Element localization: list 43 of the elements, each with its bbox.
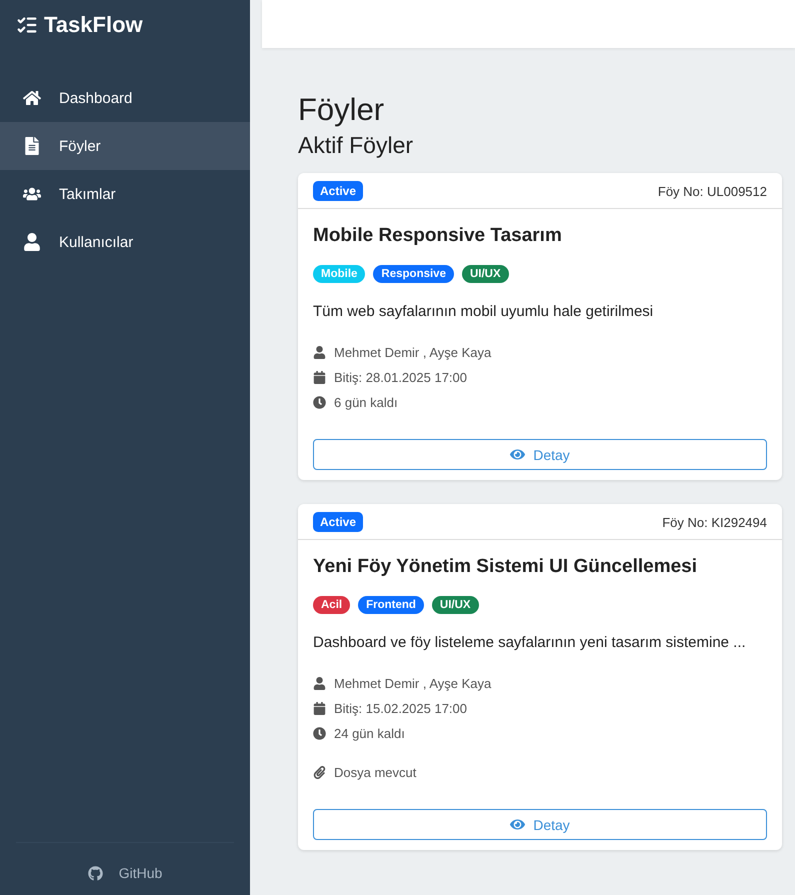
sidebar-item[interactable]: Takımlar xyxy=(0,170,250,218)
task-description: Dashboard ve föy listeleme sayfalarının yeni tasarım sistemine ... xyxy=(313,634,747,651)
meta-text: Dosya mevcut xyxy=(334,765,416,780)
task-number: Föy No: KI292494 xyxy=(662,514,767,530)
eye-icon xyxy=(510,447,526,462)
calendar-icon xyxy=(313,371,326,384)
user-icon xyxy=(23,233,41,251)
meta-text: Bitiş: 15.02.2025 17:00 xyxy=(334,701,467,716)
document-icon xyxy=(23,137,41,155)
page-title: Föyler xyxy=(298,92,386,128)
clock-icon xyxy=(313,727,326,740)
group-icon xyxy=(23,185,41,203)
tag: UI/UX xyxy=(462,265,509,283)
status-badge: Active xyxy=(313,512,364,532)
clock-icon xyxy=(313,396,326,409)
section-title: Aktif Föyler xyxy=(298,132,414,159)
sidebar-item[interactable]: Dashboard xyxy=(0,74,250,122)
github-icon xyxy=(88,866,103,880)
task-number: Föy No: UL009512 xyxy=(658,184,767,198)
task-title: Mobile Responsive Tasarım xyxy=(313,225,563,247)
tag: Frontend xyxy=(358,596,424,614)
github-link[interactable]: GitHub xyxy=(88,865,162,881)
meta-text: Mehmet Demir , Ayşe Kaya xyxy=(334,676,492,691)
tag: UI/UX xyxy=(432,596,479,614)
status-badge: Active xyxy=(313,181,364,201)
meta-text: 24 gün kaldı xyxy=(334,726,405,741)
tag: Responsive xyxy=(373,265,454,283)
home-icon xyxy=(23,89,41,107)
person-icon xyxy=(313,677,326,690)
sidebar-item[interactable]: Kullanıcılar xyxy=(0,218,250,266)
paperclip-icon xyxy=(313,766,326,779)
calendar-icon xyxy=(313,702,326,715)
person-icon xyxy=(313,346,326,359)
task-description: Tüm web sayfalarının mobil uyumlu hale getirilmesi xyxy=(313,303,654,320)
tag: Acil xyxy=(313,596,350,614)
meta-text: Mehmet Demir , Ayşe Kaya xyxy=(334,345,492,360)
task-title: Yeni Föy Yönetim Sistemi UI Güncellemesi xyxy=(313,556,698,578)
eye-icon xyxy=(510,817,526,832)
meta-text: Bitiş: 28.01.2025 17:00 xyxy=(334,370,467,385)
sidebar-item[interactable]: Föyler xyxy=(0,122,250,170)
tag: Mobile xyxy=(313,265,366,283)
brand-name: TaskFlow xyxy=(44,12,143,38)
meta-text: 6 gün kaldı xyxy=(334,395,398,410)
